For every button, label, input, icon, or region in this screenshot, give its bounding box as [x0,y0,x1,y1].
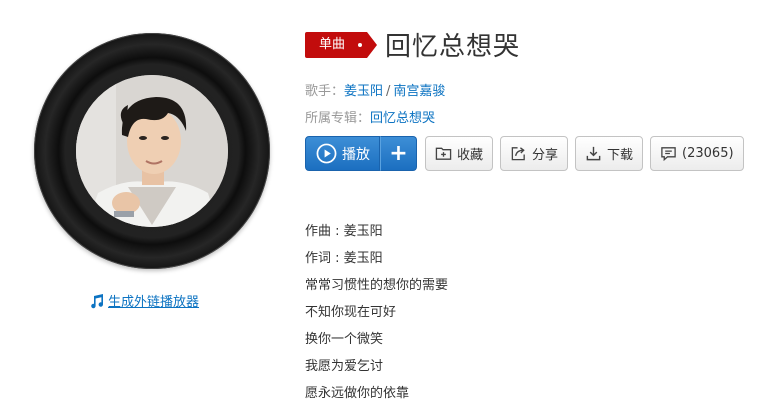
album-label: 所属专辑： [305,111,371,126]
singer-label: 歌手： [305,84,345,99]
album-row: 所属专辑：回忆总想哭 [305,107,435,126]
album-disc [34,33,270,269]
album-cover [76,75,228,227]
play-button[interactable]: 播放 [305,136,380,171]
collect-button[interactable]: 收藏 [425,136,494,171]
lyric-line: 作词 : 姜玉阳 [305,251,383,266]
lyric-line: 不知你现在可好 [305,305,397,320]
tag-dot [358,42,363,47]
collect-folder-icon [435,147,452,160]
lyric-line: 换你一个微笑 [305,332,384,347]
cover-photo [76,75,228,227]
single-tag: 单曲 [305,31,378,58]
share-button[interactable]: 分享 [500,136,569,171]
add-label: + [389,141,408,166]
song-title: 回忆总想哭 [385,32,521,62]
lyric-line: 愿永远做你的依靠 [305,386,410,401]
album-link[interactable]: 回忆总想哭 [370,111,435,126]
collect-label: 收藏 [457,148,484,163]
song-header: 单曲 回忆总想哭 [305,26,520,63]
generate-player-link[interactable]: 生成外链播放器 [89,291,199,310]
singer-row: 歌手：姜玉阳 / 南宫嘉骏 [305,80,445,99]
action-bar: 播放 + 收藏 分享 下载 (23065) [305,136,751,171]
lyric-line: 常常习惯性的想你的需要 [305,278,449,293]
share-label: 分享 [532,148,559,163]
single-tag-label: 单曲 [319,36,346,52]
lyric-line: 作曲 : 姜玉阳 [305,224,383,239]
lyrics-block: 作曲 : 姜玉阳 作词 : 姜玉阳 常常习惯性的想你的需要 不知你现在可好 换你… [305,221,448,410]
download-icon [586,146,601,161]
download-button[interactable]: 下载 [575,136,644,171]
download-label: 下载 [607,148,634,163]
add-to-playlist-button[interactable]: + [380,136,417,171]
comment-count: (23065) [682,146,734,161]
lyric-line: 我愿为爱乞讨 [305,359,384,374]
ext-link-label: 生成外链播放器 [108,295,200,310]
singer-link-2[interactable]: 南宫嘉骏 [393,84,445,99]
music-note-icon [91,293,104,308]
share-icon [511,147,525,161]
singer-separator: / [386,84,391,99]
singer-link-1[interactable]: 姜玉阳 [344,84,383,99]
comment-icon [661,147,676,162]
play-group: 播放 + [305,136,417,171]
comment-button[interactable]: (23065) [650,136,744,171]
play-label: 播放 [342,146,370,163]
play-icon [316,143,337,164]
